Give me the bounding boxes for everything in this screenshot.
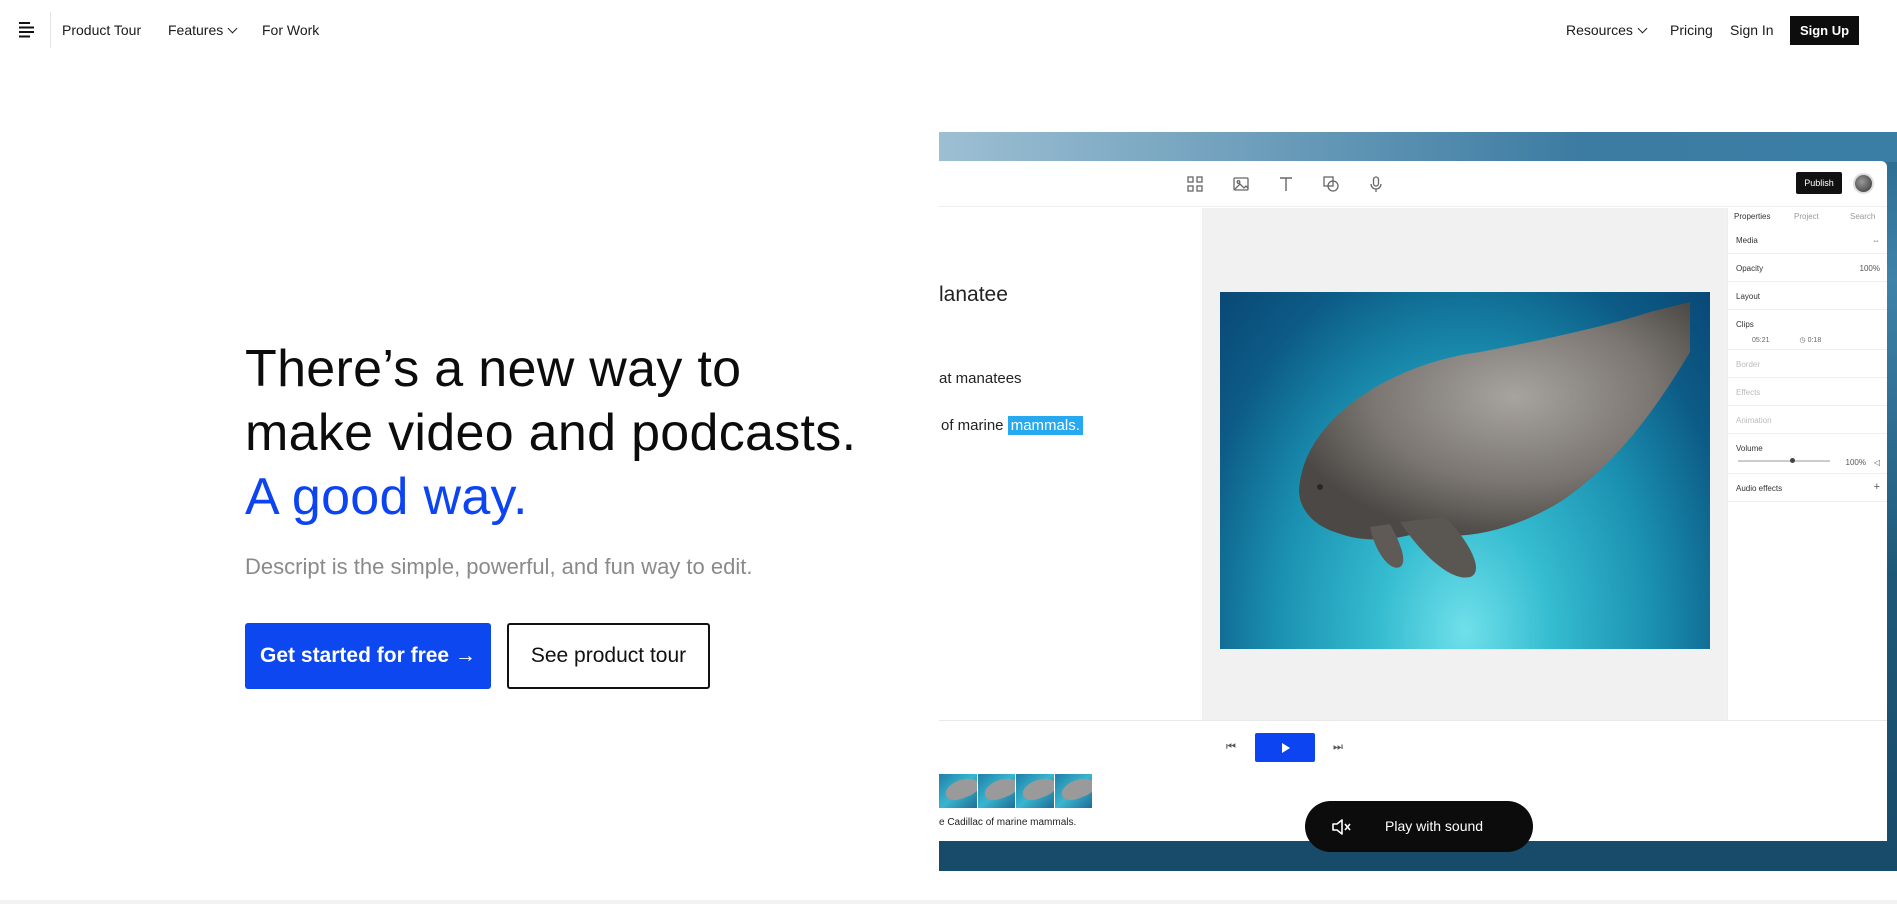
script-panel: lanatee at manatees of marine mammals. xyxy=(939,208,1202,720)
nav-resources-label: Resources xyxy=(1566,22,1633,38)
prop-volume: Volume 100% ◁ xyxy=(1728,434,1887,474)
link-icon: ⇔ xyxy=(1872,236,1880,245)
microphone-icon xyxy=(1370,176,1382,192)
demo-background xyxy=(939,132,1897,162)
timeline-thumbnails xyxy=(939,774,1093,808)
prop-label: Layout xyxy=(1736,292,1761,301)
prop-label: Effects xyxy=(1736,388,1761,397)
timeline-thumbnail xyxy=(1054,774,1092,808)
prop-label: Clips xyxy=(1736,320,1754,329)
nav-for-work[interactable]: For Work xyxy=(262,21,319,39)
grid-icon xyxy=(1187,176,1203,192)
publish-button: Publish xyxy=(1796,172,1842,194)
prop-media: Media ⇔ xyxy=(1728,226,1887,254)
prop-opacity: Opacity 100% xyxy=(1728,254,1887,282)
speaker-icon xyxy=(1332,819,1351,835)
clip-start: 05:21 xyxy=(1752,337,1770,344)
prop-audio-effects: Audio effects + xyxy=(1728,474,1887,502)
shapes-icon xyxy=(1323,176,1339,192)
nav-sign-in[interactable]: Sign In xyxy=(1730,21,1774,39)
descript-logo-icon[interactable] xyxy=(18,20,38,40)
hero-subtitle: Descript is the simple, powerful, and fu… xyxy=(245,554,753,579)
demo-toolbar: Publish xyxy=(939,161,1887,207)
top-nav: Product Tour Features For Work Resources… xyxy=(0,0,1897,60)
clip-values: 05:21 ◷ 0:18 xyxy=(1752,336,1821,344)
script-highlight: mammals. xyxy=(1007,416,1083,435)
script-line: at manatees xyxy=(939,370,1022,387)
script-title: lanatee xyxy=(939,283,1008,306)
nav-pricing[interactable]: Pricing xyxy=(1670,21,1713,39)
prop-label: Border xyxy=(1736,360,1761,369)
volume-slider xyxy=(1738,458,1830,463)
prop-label: Opacity xyxy=(1736,264,1764,273)
prop-label: Audio effects xyxy=(1736,484,1783,493)
properties-panel: Properties Project Search Media ⇔ Opacity… xyxy=(1727,208,1887,720)
chevron-down-icon xyxy=(227,23,238,34)
chevron-down-icon xyxy=(1637,23,1648,34)
see-product-tour-button[interactable]: See product tour xyxy=(507,623,710,689)
clip-length: 0:18 xyxy=(1807,337,1822,344)
get-started-button[interactable]: Get started for free → xyxy=(245,623,491,689)
tab-properties: Properties xyxy=(1734,212,1771,221)
hero-title-main: There’s a new way to make video and podc… xyxy=(245,340,857,462)
prop-value: 100% xyxy=(1859,264,1880,273)
avatar xyxy=(1853,173,1874,194)
nav-product-tour[interactable]: Product Tour xyxy=(62,21,141,39)
script-line-text: of marine xyxy=(941,417,1004,434)
timeline-thumbnail xyxy=(939,774,977,808)
nav-features[interactable]: Features xyxy=(168,21,238,39)
section-divider xyxy=(0,900,1897,904)
prop-label: Animation xyxy=(1736,416,1772,425)
timeline-thumbnail xyxy=(977,774,1015,808)
manatee-video-frame xyxy=(1220,292,1710,649)
demo-app-window: Publish lanatee at manatees of marine ma… xyxy=(939,161,1887,841)
speaker-icon: ◁ xyxy=(1873,458,1880,467)
timeline-caption: e Cadillac of marine mammals. xyxy=(939,817,1077,828)
text-icon xyxy=(1280,177,1292,191)
canvas-panel xyxy=(1202,208,1727,720)
plus-icon: + xyxy=(1873,481,1880,493)
play-icon xyxy=(1255,733,1315,762)
volume-slider-handle xyxy=(1790,458,1795,463)
timeline-thumbnail xyxy=(1016,774,1054,808)
demo-video[interactable]: Publish lanatee at manatees of marine ma… xyxy=(939,132,1897,871)
skip-back-icon: ⏮ xyxy=(1226,741,1236,753)
tab-search: Search xyxy=(1850,212,1876,221)
play-with-sound-label: Play with sound xyxy=(1385,818,1484,834)
prop-border: Border xyxy=(1728,350,1887,378)
prop-label: Volume xyxy=(1736,444,1763,453)
prop-clips: Clips 05:21 ◷ 0:18 xyxy=(1728,310,1887,350)
nav-features-label: Features xyxy=(168,22,224,38)
sign-up-button[interactable]: Sign Up xyxy=(1790,16,1859,45)
nav-divider xyxy=(50,12,51,48)
prop-animation: Animation xyxy=(1728,406,1887,434)
script-line: of marine mammals. xyxy=(941,416,1083,435)
nav-resources[interactable]: Resources xyxy=(1566,21,1648,39)
hero-title: There’s a new way to make video and podc… xyxy=(245,337,865,529)
prop-value: 100% xyxy=(1845,458,1866,467)
skip-forward-icon: ⏭ xyxy=(1333,741,1343,753)
manatee-illustration xyxy=(1299,302,1690,578)
properties-tabs: Properties Project Search xyxy=(1728,208,1887,226)
prop-label: Media xyxy=(1736,236,1758,245)
clock-icon: ◷ xyxy=(1799,337,1806,344)
tab-project: Project xyxy=(1794,212,1819,221)
prop-effects: Effects xyxy=(1728,378,1887,406)
hero-title-accent: A good way. xyxy=(245,468,528,526)
play-with-sound-button[interactable]: Play with sound xyxy=(1305,801,1533,852)
prop-layout: Layout xyxy=(1728,282,1887,310)
image-icon xyxy=(1233,177,1249,191)
